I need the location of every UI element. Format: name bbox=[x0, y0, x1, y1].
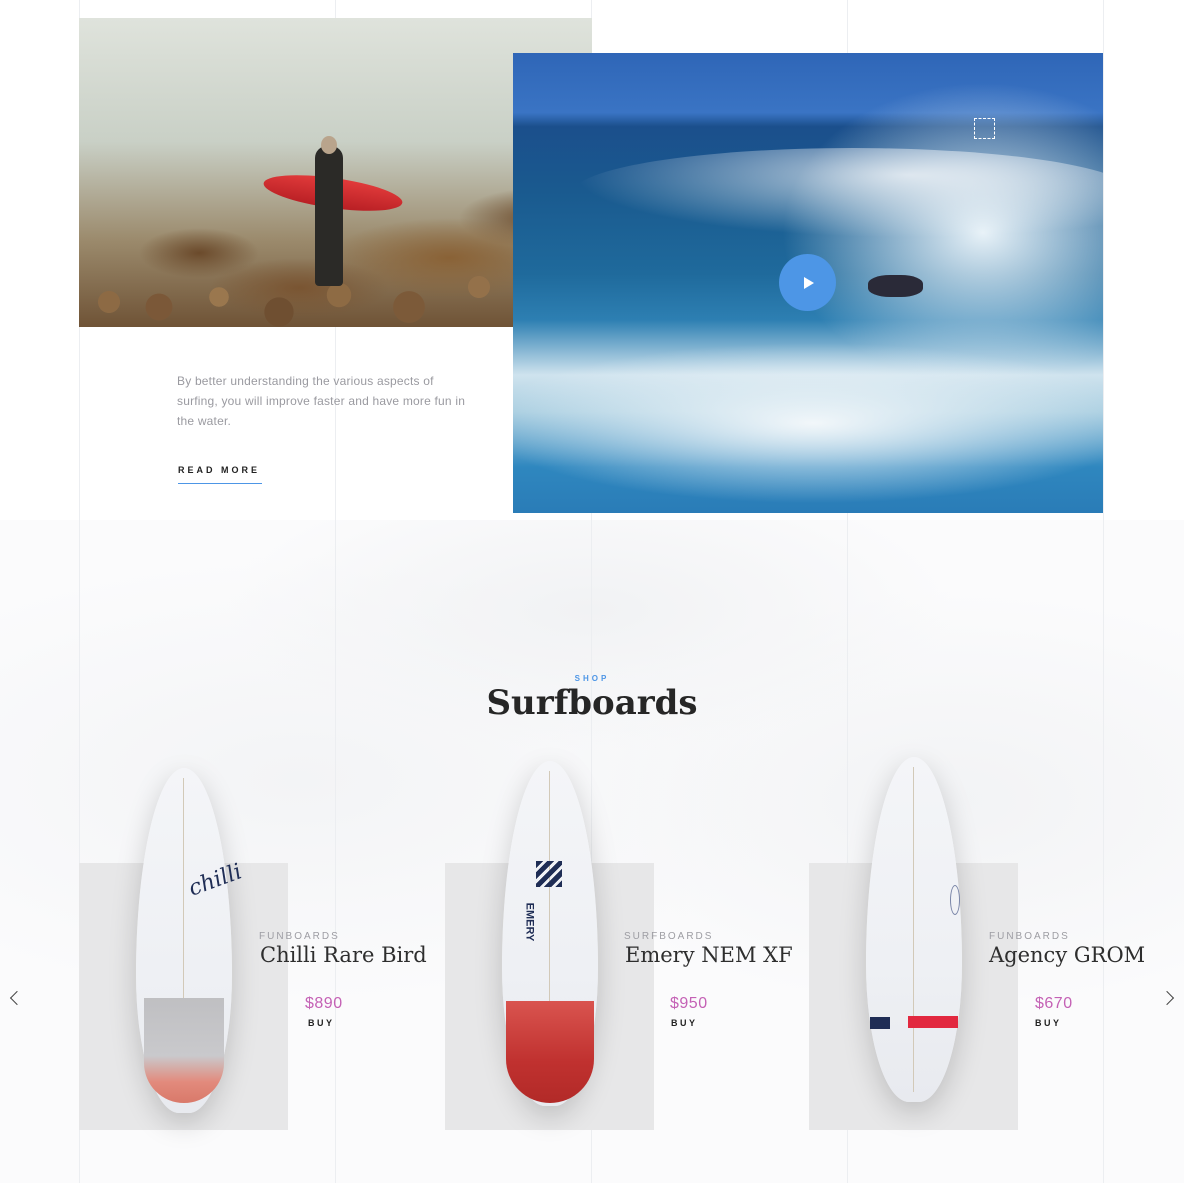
intro-paragraph: By better understanding the various aspe… bbox=[177, 374, 466, 428]
shop-eyebrow: SHOP bbox=[574, 674, 610, 683]
board-stringer bbox=[913, 767, 914, 1092]
play-video-button[interactable] bbox=[779, 254, 836, 311]
product-price: $890 bbox=[305, 995, 343, 1012]
product-price: $670 bbox=[1035, 995, 1073, 1012]
focus-marker bbox=[974, 118, 995, 139]
chevron-right-icon bbox=[1159, 990, 1175, 1006]
product-category: FUNBOARDS bbox=[989, 931, 1070, 942]
product-name[interactable]: Emery NEM XF bbox=[625, 943, 793, 967]
wave-crest-graphic bbox=[573, 148, 1103, 238]
board-tail-pad-graphic bbox=[144, 998, 224, 1103]
wave-video-thumbnail[interactable] bbox=[513, 53, 1103, 513]
board-tail-red-graphic bbox=[506, 1001, 594, 1103]
carousel-prev-button[interactable] bbox=[6, 988, 25, 1008]
product-category: FUNBOARDS bbox=[259, 931, 340, 942]
wave-surfer-graphic bbox=[868, 275, 923, 297]
tail-stripe-navy-graphic bbox=[870, 1017, 890, 1029]
shop-title: Surfboards bbox=[486, 683, 698, 723]
buy-button[interactable]: BUY bbox=[671, 1018, 698, 1028]
buy-button[interactable]: BUY bbox=[1035, 1018, 1062, 1028]
surfer-head-graphic bbox=[321, 136, 337, 154]
grid-line bbox=[1103, 0, 1104, 1183]
emery-wordmark-graphic: EMERY bbox=[523, 902, 536, 942]
product-name[interactable]: Agency GROM bbox=[989, 943, 1145, 967]
emery-logo-graphic bbox=[536, 861, 562, 887]
surfer-figure-graphic bbox=[315, 146, 343, 286]
product-name[interactable]: Chilli Rare Bird bbox=[260, 943, 427, 967]
tail-stripe-red-graphic bbox=[908, 1016, 958, 1028]
buy-button[interactable]: BUY bbox=[308, 1018, 335, 1028]
carousel-next-button[interactable] bbox=[1159, 988, 1178, 1008]
read-more-link[interactable]: READ MORE bbox=[178, 465, 262, 484]
chevron-left-icon bbox=[9, 990, 25, 1006]
product-price: $950 bbox=[670, 995, 708, 1012]
play-icon bbox=[804, 276, 814, 289]
product-category: SURFBOARDS bbox=[624, 931, 714, 942]
agency-logo-graphic bbox=[950, 885, 960, 915]
